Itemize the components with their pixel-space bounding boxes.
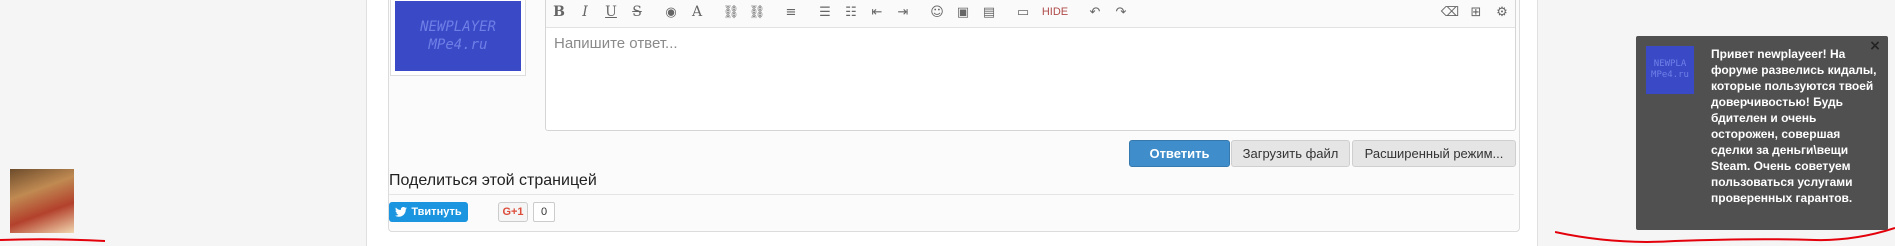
user-avatar-thumbnail[interactable] <box>10 169 74 233</box>
redo-icon[interactable]: ↷ <box>1110 1 1132 23</box>
avatar-text-line: NEWPLA <box>1653 59 1687 69</box>
ordered-list-icon[interactable]: ☷ <box>840 1 862 23</box>
image-icon[interactable]: ▣ <box>952 1 974 23</box>
unlink-icon[interactable]: ⛓ <box>746 1 768 23</box>
strikethrough-button[interactable]: S <box>626 1 648 23</box>
gplus-count: 0 <box>533 202 555 222</box>
upload-file-button[interactable]: Загрузить файл <box>1231 140 1350 167</box>
link-icon[interactable]: ⛓ <box>720 1 742 23</box>
undo-icon[interactable]: ↶ <box>1084 1 1106 23</box>
reply-editor: B I U S ◉ A ⛓ ⛓ ≡ ☰ ☷ ⇤ ⇥ ☺ ▣ ▤ ▭ HIDE ↶… <box>545 0 1516 131</box>
align-left-icon[interactable]: ≡ <box>780 1 802 23</box>
bold-button[interactable]: B <box>548 1 570 23</box>
share-title: Поделиться этой страницей <box>389 172 597 189</box>
tweet-label: Твитнуть <box>411 206 462 218</box>
gplus-button[interactable]: G+1 <box>498 202 528 222</box>
avatar-text-line: NEWPLAYER <box>420 19 496 35</box>
avatar-text-line: MPe4.ru <box>428 37 488 53</box>
underline-button[interactable]: U <box>600 1 622 23</box>
avatar-image: NEWPLAYER MPe4.ru <box>395 1 521 71</box>
save-draft-icon[interactable]: ▭ <box>1012 1 1034 23</box>
media-icon[interactable]: ▤ <box>978 1 1000 23</box>
editor-toolbar: B I U S ◉ A ⛓ ⛓ ≡ ☰ ☷ ⇤ ⇥ ☺ ▣ ▤ ▭ HIDE ↶… <box>546 0 1515 28</box>
smilies-icon[interactable]: ☺ <box>926 1 948 23</box>
user-avatar[interactable]: NEWPLAYER MPe4.ru <box>390 0 526 76</box>
tweet-button[interactable]: Твитнуть <box>389 202 468 222</box>
remove-format-icon[interactable]: ⌫ <box>1439 1 1461 23</box>
notification-text: Привет newplayeer! На форуме развелись к… <box>1711 47 1877 205</box>
red-underline-annotation <box>0 238 105 242</box>
italic-button[interactable]: I <box>574 1 596 23</box>
divider <box>389 194 1514 195</box>
avatar-text-line: MPe4.ru <box>1651 70 1689 80</box>
notification-popup: NEWPLA MPe4.ru × Привет newplayeer! На ф… <box>1636 36 1888 230</box>
indent-icon[interactable]: ⇥ <box>892 1 914 23</box>
insert-icon[interactable]: ⊞ <box>1465 1 1487 23</box>
reply-button[interactable]: Ответить <box>1129 140 1230 167</box>
font-color-icon[interactable]: ◉ <box>660 1 682 23</box>
notification-avatar: NEWPLA MPe4.ru <box>1646 46 1694 94</box>
twitter-icon <box>395 207 408 217</box>
reply-textarea[interactable]: Напишите ответ... <box>554 35 678 52</box>
outdent-icon[interactable]: ⇤ <box>866 1 888 23</box>
hide-button[interactable]: HIDE <box>1038 1 1072 23</box>
settings-icon[interactable]: ⚙ <box>1491 1 1513 23</box>
font-name-icon[interactable]: A <box>686 1 708 23</box>
advanced-mode-button[interactable]: Расширенный режим... <box>1352 140 1516 167</box>
unordered-list-icon[interactable]: ☰ <box>814 1 836 23</box>
